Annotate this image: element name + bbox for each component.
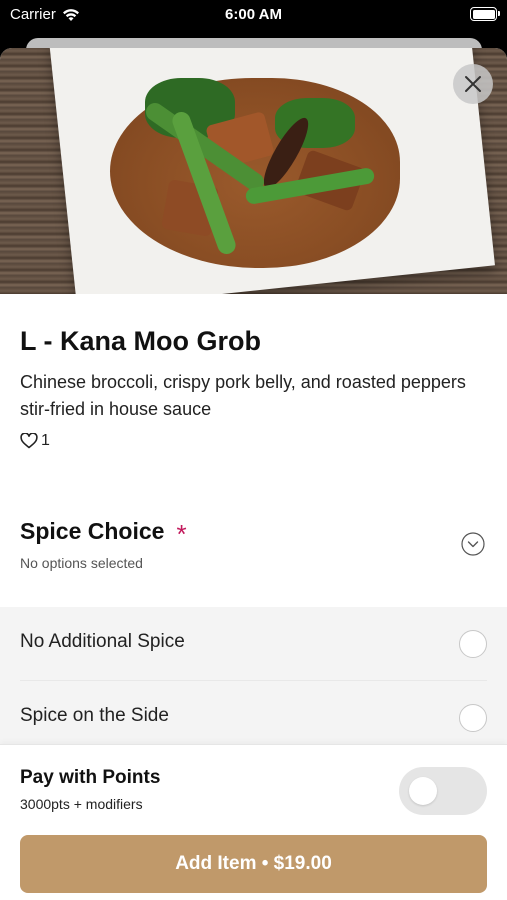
option-label: No Additional Spice	[20, 631, 185, 652]
close-icon	[465, 76, 481, 92]
modifier-group-header: Spice Choice *	[20, 518, 187, 549]
checkout-footer: Pay with Points 3000pts + modifiers Add …	[0, 744, 507, 900]
modifier-options-list: No Additional Spice Spice on the Side	[0, 607, 507, 755]
close-button[interactable]	[453, 64, 493, 104]
option-label: Spice on the Side	[20, 705, 169, 726]
item-title: L - Kana Moo Grob	[20, 326, 261, 356]
heart-icon	[20, 433, 38, 449]
battery-icon	[470, 7, 500, 21]
option-no-additional-spice[interactable]: No Additional Spice	[20, 607, 487, 681]
item-detail-sheet: L - Kana Moo Grob Chinese broccoli, cris…	[0, 48, 507, 900]
chevron-down-icon[interactable]	[461, 532, 485, 556]
toggle-knob	[409, 777, 437, 805]
item-photo	[0, 48, 507, 294]
required-indicator: *	[176, 518, 187, 549]
pay-with-points-label: Pay with Points	[20, 767, 161, 788]
like-counter[interactable]: 1	[20, 432, 50, 450]
status-time: 6:00 AM	[225, 6, 282, 23]
option-radio-button[interactable]	[459, 704, 487, 732]
modifier-group-status: No options selected	[20, 555, 143, 571]
points-cost-label: 3000pts + modifiers	[20, 796, 143, 812]
item-description: Chinese broccoli, crispy pork belly, and…	[20, 372, 466, 419]
modifier-group-title: Spice Choice	[20, 518, 165, 544]
pay-with-points-toggle[interactable]	[399, 767, 487, 815]
likes-count: 1	[41, 432, 50, 449]
option-radio-button[interactable]	[459, 630, 487, 658]
add-item-button[interactable]: Add Item • $19.00	[20, 835, 487, 893]
status-bar: Carrier 6:00 AM	[0, 0, 507, 30]
